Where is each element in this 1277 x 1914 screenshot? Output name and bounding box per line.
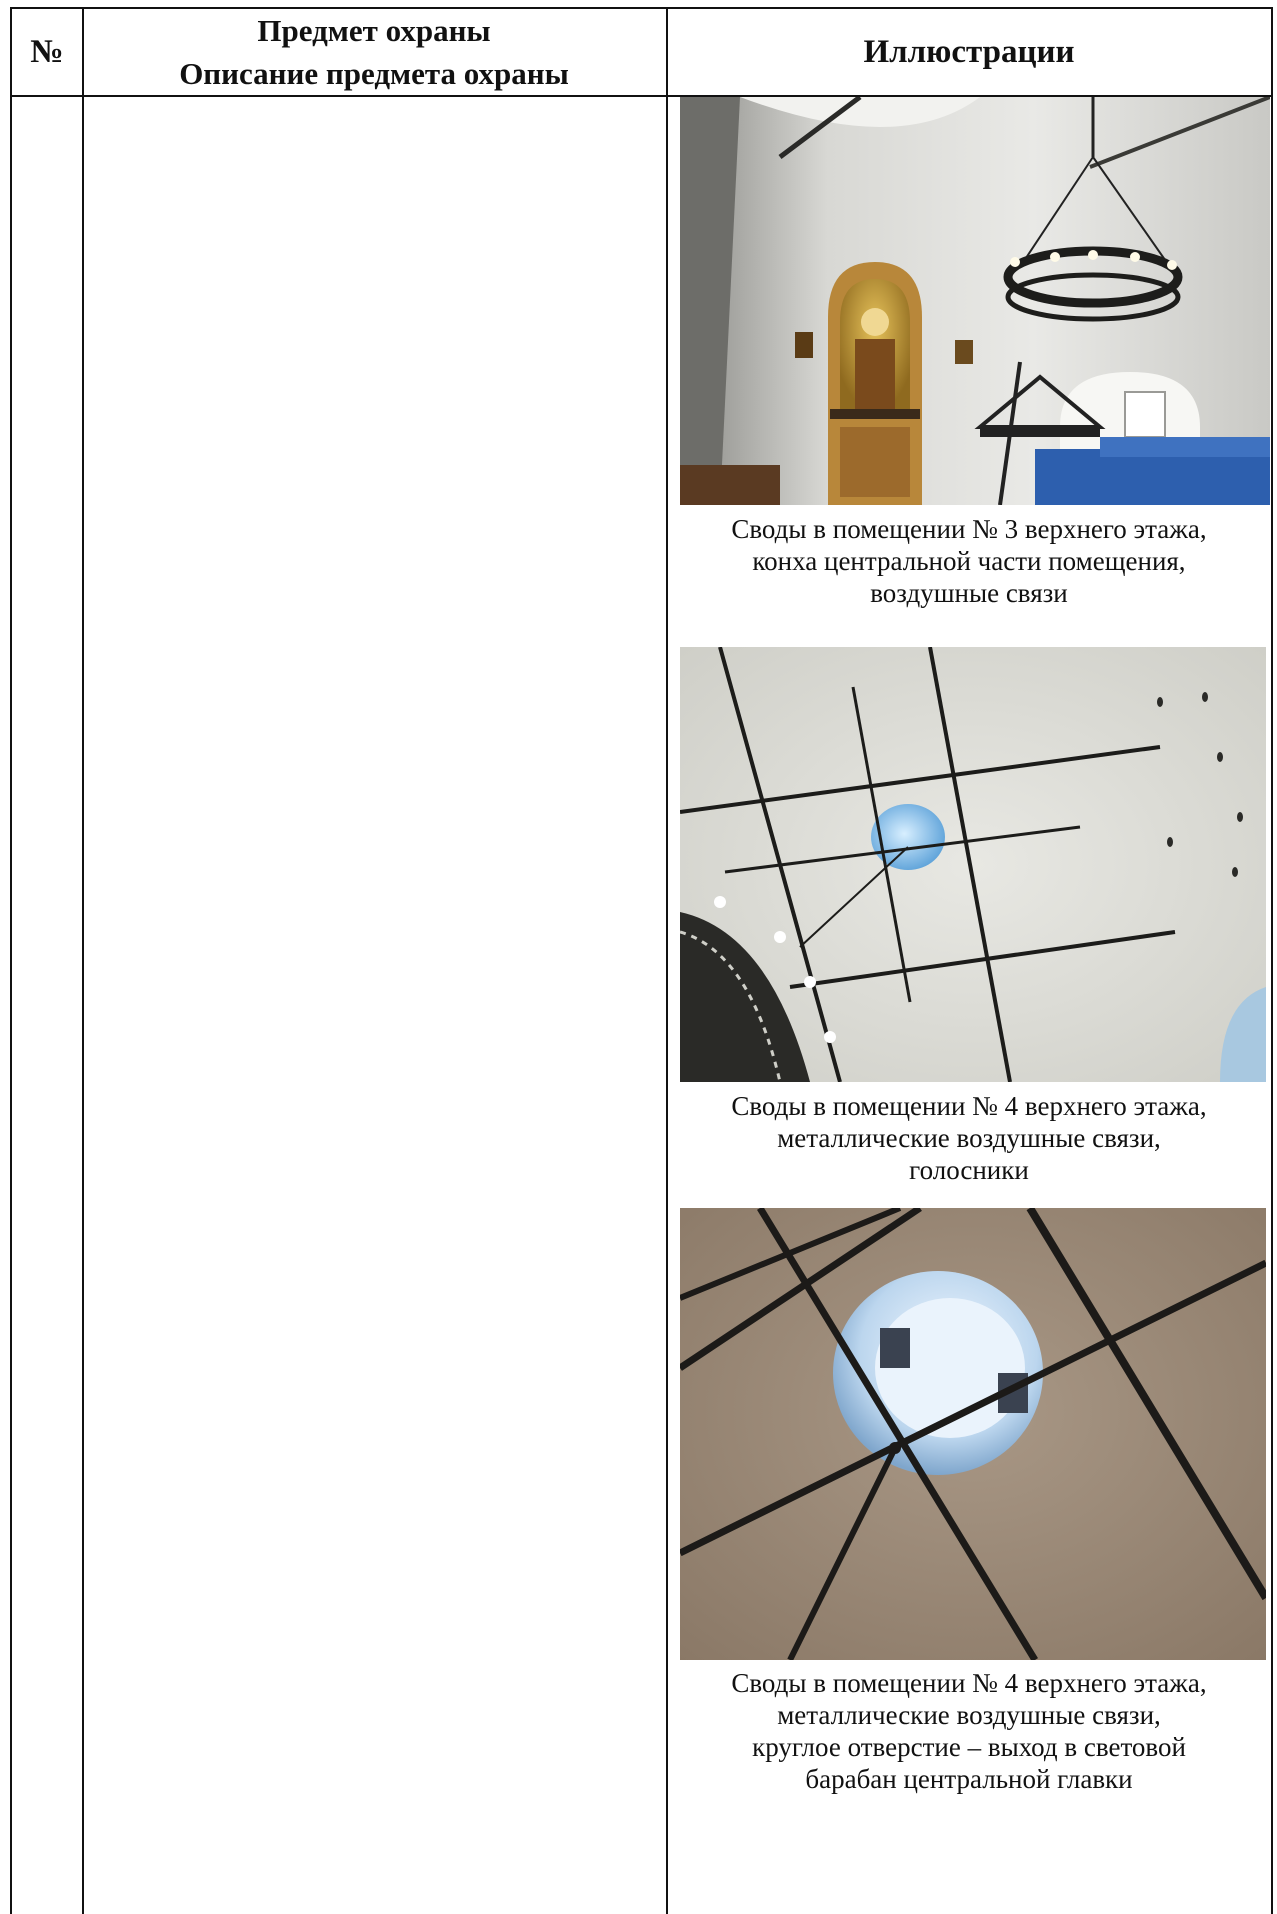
caption-3-line-4: барабан центральной главки: [805, 1764, 1133, 1794]
column-header-subject-line1: Предмет охраны: [257, 13, 491, 48]
caption-1-line-1: Своды в помещении № 3 верхнего этажа,: [731, 514, 1207, 544]
photo-vault-room-4-tie-rods: [680, 647, 1266, 1082]
caption-3-line-1: Своды в помещении № 4 верхнего этажа,: [731, 1668, 1207, 1698]
photo-vault-room-3: [680, 97, 1270, 505]
photo-caption-1: Своды в помещении № 3 верхнего этажа, ко…: [668, 513, 1270, 609]
table-border-right: [1271, 8, 1273, 1914]
caption-3-line-2: металлические воздушные связи,: [777, 1700, 1161, 1730]
caption-2-line-3: голосники: [909, 1155, 1029, 1185]
caption-3-line-3: круглое отверстие – выход в световой: [752, 1732, 1186, 1762]
column-header-subject: Предмет охраны Описание предмета охраны: [84, 8, 664, 96]
table-divider-illustrations: [666, 8, 668, 1914]
caption-1-line-3: воздушные связи: [870, 578, 1068, 608]
caption-2-line-1: Своды в помещении № 4 верхнего этажа,: [731, 1091, 1207, 1121]
photo-vault-round-opening: [680, 1208, 1266, 1660]
photo-caption-3: Своды в помещении № 4 верхнего этажа, ме…: [668, 1667, 1270, 1795]
column-header-illustrations: Иллюстрации: [863, 33, 1075, 70]
column-header-number: №: [30, 33, 64, 70]
table-border-left: [10, 8, 12, 1914]
column-header-subject-line2: Описание предмета охраны: [179, 56, 569, 91]
caption-1-line-2: конха центральной части помещения,: [752, 546, 1186, 576]
photo-caption-2: Своды в помещении № 4 верхнего этажа, ме…: [668, 1090, 1270, 1186]
table-divider-num: [82, 8, 84, 1914]
caption-2-line-2: металлические воздушные связи,: [777, 1123, 1161, 1153]
